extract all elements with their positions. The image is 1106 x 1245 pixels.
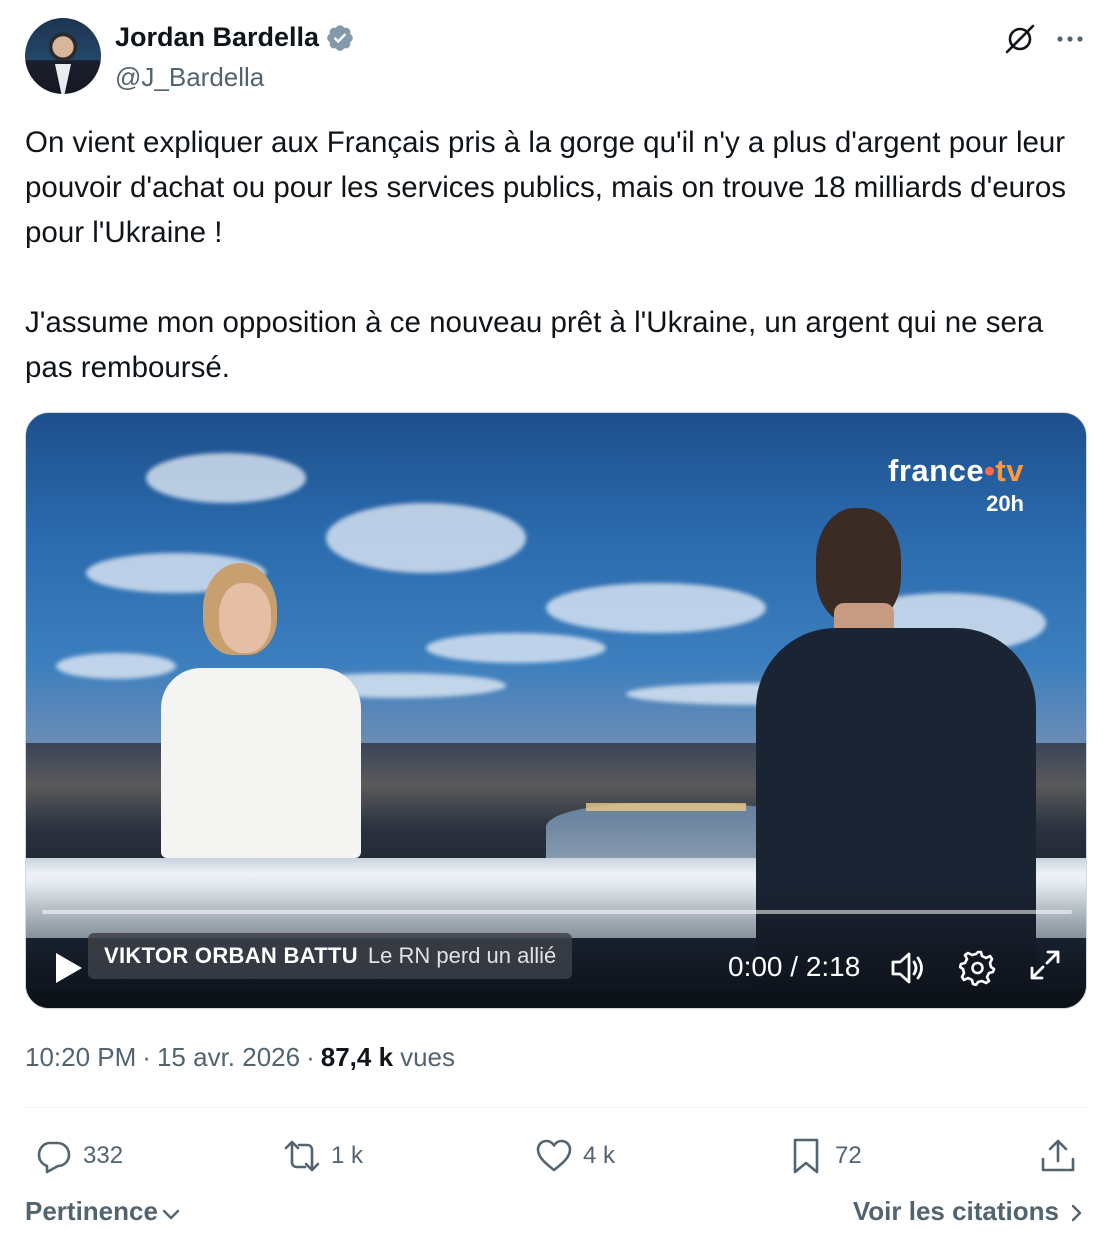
meta-separator: ·	[306, 1042, 315, 1072]
tweet-header: Jordan Bardella @J_Bardella	[25, 18, 1087, 94]
play-icon[interactable]	[48, 947, 88, 989]
channel-logo: france•tv 20h	[888, 453, 1024, 517]
views-label: vues	[400, 1042, 455, 1072]
reply-icon	[37, 1141, 71, 1174]
lower-third-banner: VIKTOR ORBAN BATTU Le RN perd un allié	[88, 933, 573, 979]
video-progress-bar[interactable]	[42, 910, 1072, 914]
reply-count: 332	[83, 1142, 124, 1169]
settings-icon[interactable]	[959, 948, 997, 986]
divider	[25, 1107, 1087, 1108]
avatar[interactable]	[25, 18, 101, 94]
more-options-icon[interactable]	[1053, 24, 1087, 54]
author-name[interactable]: Jordan Bardella	[115, 22, 319, 53]
bookmark-icon	[793, 1138, 819, 1174]
heart-icon	[536, 1139, 572, 1172]
bookmark-button[interactable]: 72	[787, 1132, 862, 1180]
chevron-right-icon	[1071, 1204, 1082, 1222]
view-quotes-link[interactable]: Voir les citations	[853, 1196, 1087, 1227]
banner-headline: VIKTOR ORBAN BATTU	[104, 943, 358, 968]
tweet-paragraph: J'assume mon opposition à ce nouveau prê…	[25, 306, 1044, 384]
verified-badge-icon	[327, 24, 353, 51]
chevron-down-icon	[162, 1209, 180, 1219]
tweet-text: On vient expliquer aux Français pris à l…	[25, 120, 1087, 390]
sort-label: Pertinence	[25, 1196, 158, 1226]
bookmark-count: 72	[835, 1142, 862, 1169]
tweet-time[interactable]: 10:20 PM	[25, 1042, 136, 1073]
repost-button[interactable]: 1 k	[283, 1132, 363, 1180]
bridge	[586, 803, 746, 811]
author-name-row: Jordan Bardella	[115, 22, 355, 53]
sort-dropdown[interactable]: Pertinence	[25, 1196, 182, 1227]
meta-separator: ·	[142, 1042, 151, 1072]
reply-button[interactable]: 332	[35, 1132, 123, 1180]
tweet-paragraph: On vient expliquer aux Français pris à l…	[25, 126, 1066, 249]
grok-icon[interactable]	[1003, 22, 1037, 56]
tweet-meta: 10:20 PM · 15 avr. 2026 · 87,4 k vues	[25, 1042, 455, 1073]
presenter-figure	[161, 563, 361, 863]
quotes-label: Voir les citations	[852, 1196, 1059, 1226]
like-count: 4 k	[583, 1142, 616, 1169]
action-bar: 332 1 k 4 k 72	[25, 1132, 1087, 1180]
channel-brand-suffix: tv	[995, 453, 1024, 488]
share-button[interactable]	[1039, 1132, 1077, 1180]
repost-icon	[284, 1140, 320, 1172]
repost-count: 1 k	[331, 1142, 364, 1169]
volume-icon[interactable]	[888, 949, 928, 987]
replies-footer: Pertinence Voir les citations	[25, 1196, 1087, 1232]
channel-slot: 20h	[986, 491, 1024, 516]
like-button[interactable]: 4 k	[535, 1132, 615, 1180]
fullscreen-icon[interactable]	[1028, 948, 1062, 982]
tweet-date[interactable]: 15 avr. 2026	[157, 1042, 300, 1073]
author-handle[interactable]: @J_Bardella	[115, 62, 264, 93]
share-icon	[1041, 1139, 1075, 1172]
video-player[interactable]: france•tv 20h VIKTOR ORBAN BATTU Le RN p…	[25, 412, 1087, 1009]
channel-brand-dot: •	[984, 453, 996, 488]
channel-brand-prefix: france	[888, 453, 985, 488]
views-count[interactable]: 87,4 k	[321, 1042, 393, 1073]
video-time: 0:00 / 2:18	[728, 951, 861, 982]
banner-subline: Le RN perd un allié	[367, 943, 557, 968]
